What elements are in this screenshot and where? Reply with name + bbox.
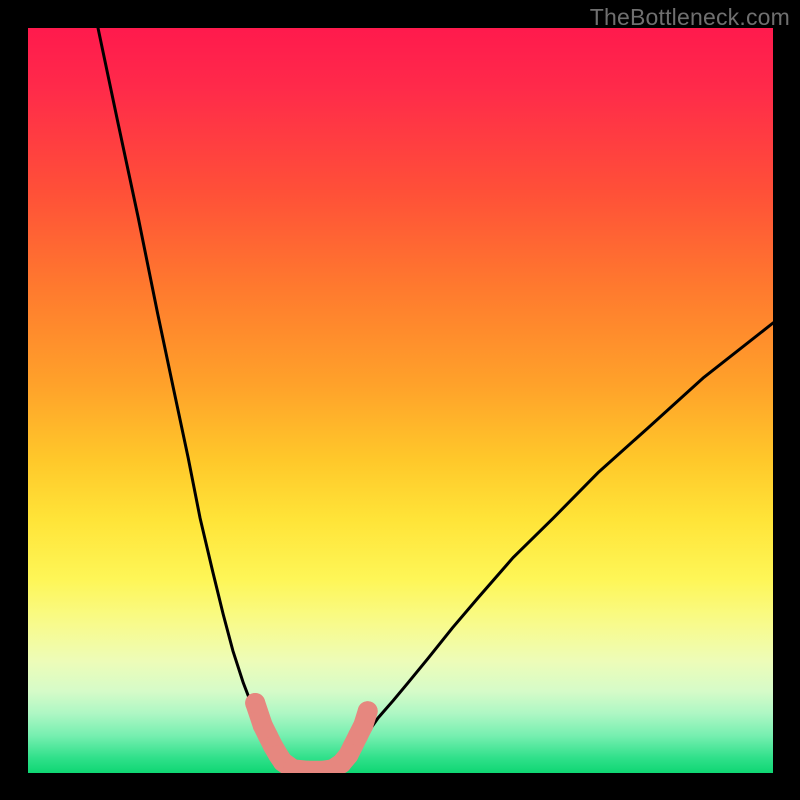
watermark-text: TheBottleneck.com (590, 4, 790, 31)
left-curve (98, 28, 289, 769)
plot-area (28, 28, 773, 773)
bottom-marker-segment (245, 693, 378, 773)
right-curve (338, 323, 773, 769)
chart-frame: TheBottleneck.com (0, 0, 800, 800)
curve-layer (28, 28, 773, 773)
marker-dot (358, 701, 378, 721)
marker-dot (245, 693, 265, 713)
